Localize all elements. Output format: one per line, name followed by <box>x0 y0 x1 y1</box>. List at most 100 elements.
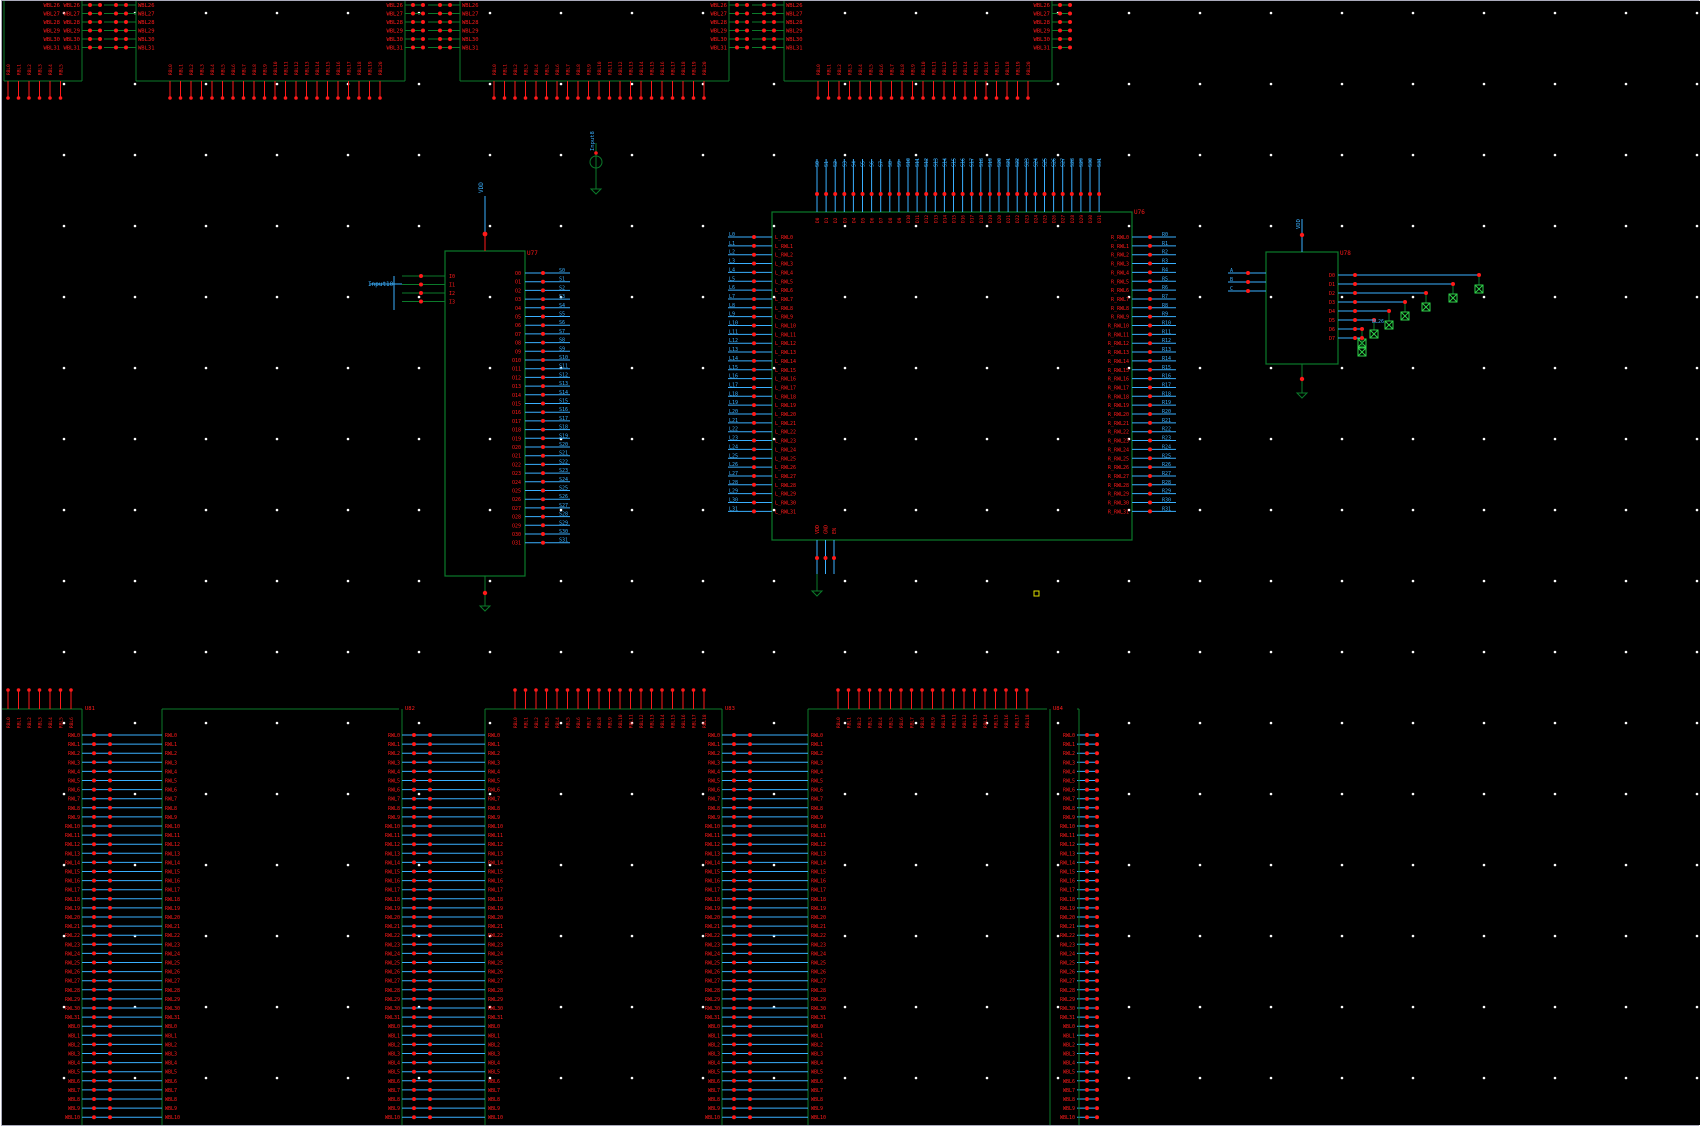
pin-label: WBL26 <box>63 3 80 9</box>
pin-label: RWL0 <box>488 733 500 739</box>
grid-dot <box>1624 295 1628 299</box>
pin-dot <box>660 688 664 692</box>
pin-label: WBL6 <box>708 1079 720 1085</box>
pin-label: RWL24 <box>488 951 503 957</box>
pin-label: O0 <box>515 271 521 277</box>
pin-dot <box>752 270 756 275</box>
pin-dot <box>1148 491 1152 496</box>
pin-dot <box>1451 282 1455 286</box>
grid-dot <box>133 508 137 512</box>
pin-label: L_RWL26 <box>775 465 796 471</box>
grid-dot <box>1127 579 1131 583</box>
grid-dot <box>1198 366 1202 370</box>
pin-label: WBL27 <box>43 12 60 18</box>
grid-dot <box>1482 934 1486 938</box>
pin-label: L_RWL4 <box>775 270 793 276</box>
pin-label: R_RWL28 <box>1108 483 1129 489</box>
pin-dot <box>1095 933 1099 938</box>
pin-dot <box>412 1078 416 1083</box>
pin-dot <box>691 688 696 692</box>
net-label: L13 <box>729 347 738 353</box>
pin-dot <box>412 887 416 892</box>
pin-label: VDD <box>815 525 821 534</box>
pin-dot <box>915 192 920 196</box>
grid-dot <box>1056 366 1060 370</box>
pin-label: RWL25 <box>165 961 180 967</box>
grid-dot <box>1624 437 1628 441</box>
schematic-canvas[interactable]: WBL26 WBL27 WBL28 WBL29 WBL30 WBL31 WBL26 WBL27… <box>2 1 1700 1125</box>
pin-dot <box>732 769 736 774</box>
grid-dot <box>772 82 776 86</box>
net-label: S1 <box>559 277 565 283</box>
grid-dot <box>1198 11 1202 15</box>
pin-label: O31 <box>512 541 521 547</box>
grid-dot <box>488 721 492 725</box>
grid-dot <box>1056 650 1060 654</box>
pin-dot <box>428 814 432 819</box>
pin-dot <box>1004 688 1008 692</box>
grid-dot <box>559 82 563 86</box>
grid-dot <box>772 721 776 725</box>
grid-dot <box>1056 792 1060 796</box>
net-label: R16 <box>1162 374 1171 380</box>
pin-dot <box>1085 1069 1089 1074</box>
pin-label: D31 <box>1097 215 1103 223</box>
grid-dot <box>1624 224 1628 228</box>
grid-dot <box>1411 721 1415 725</box>
grid-dot <box>1340 508 1344 512</box>
pin-dot <box>1085 942 1089 947</box>
pin-label: RWL4 <box>165 769 177 775</box>
grid-dot <box>346 1005 350 1009</box>
grid-dot <box>133 224 137 228</box>
net-label: R31 <box>1162 506 1171 512</box>
pin-dot <box>963 96 967 100</box>
pin-label: RWL26 <box>488 970 503 976</box>
pin-dot <box>541 505 545 510</box>
pin-label: RWL3 <box>68 760 80 766</box>
schematic-svg[interactable]: WBL26WBL27WBL28WBL29WBL30WBL31WBL26WBL27… <box>2 1 1700 1125</box>
pin-label: RWL2 <box>388 751 400 757</box>
pin-label: RBL12 <box>962 714 968 728</box>
grid-dot <box>1340 11 1344 15</box>
pin-label: RWL13 <box>705 851 720 857</box>
net-label: R0 <box>1162 232 1168 238</box>
pin-label: L_RWL31 <box>775 509 796 515</box>
pin-dot <box>336 96 340 100</box>
pin-label: WBL26 <box>43 3 60 9</box>
pin-dot <box>1148 288 1152 293</box>
pin-dot <box>1148 376 1152 381</box>
pin-label: RBL2 <box>837 64 843 75</box>
pin-dot <box>1085 960 1089 965</box>
pin-label: RWL30 <box>811 1006 826 1012</box>
net-label: R27 <box>1162 471 1171 477</box>
pin-label: WBL2 <box>811 1042 823 1048</box>
pin-label: RBL17 <box>1015 714 1021 728</box>
pin-label: R_RWL6 <box>1111 288 1129 294</box>
pin-dot <box>748 933 752 938</box>
grid-dot <box>1056 82 1060 86</box>
pin-label: R_RWL13 <box>1108 350 1129 356</box>
grid-dot <box>1553 863 1557 867</box>
pin-label: RBL4 <box>48 64 54 75</box>
net-label: L15 <box>729 365 738 371</box>
pin-dot <box>837 96 841 100</box>
net-label: S8 <box>559 338 565 344</box>
pin-dot <box>428 742 432 747</box>
pin-dot <box>762 20 766 24</box>
pin-dot <box>748 833 752 838</box>
pin-dot <box>732 878 736 883</box>
pin-label: RWL8 <box>388 806 400 812</box>
pin-label: RBL4 <box>210 64 216 75</box>
pin-dot <box>1005 96 1009 100</box>
pin-label: WBL4 <box>811 1061 823 1067</box>
net-label: L5 <box>729 276 735 282</box>
pin-label: RWL15 <box>65 870 80 876</box>
pin-dot <box>98 20 102 24</box>
pin-label: RWL17 <box>1060 888 1075 894</box>
pin-label: D5 <box>1329 318 1335 324</box>
pin-label: RWL26 <box>1060 970 1075 976</box>
pin-label: RBL12 <box>942 61 948 75</box>
pin-dot <box>748 787 752 792</box>
pin-label: WBL28 <box>63 20 80 26</box>
net-label: S28 <box>559 512 568 518</box>
